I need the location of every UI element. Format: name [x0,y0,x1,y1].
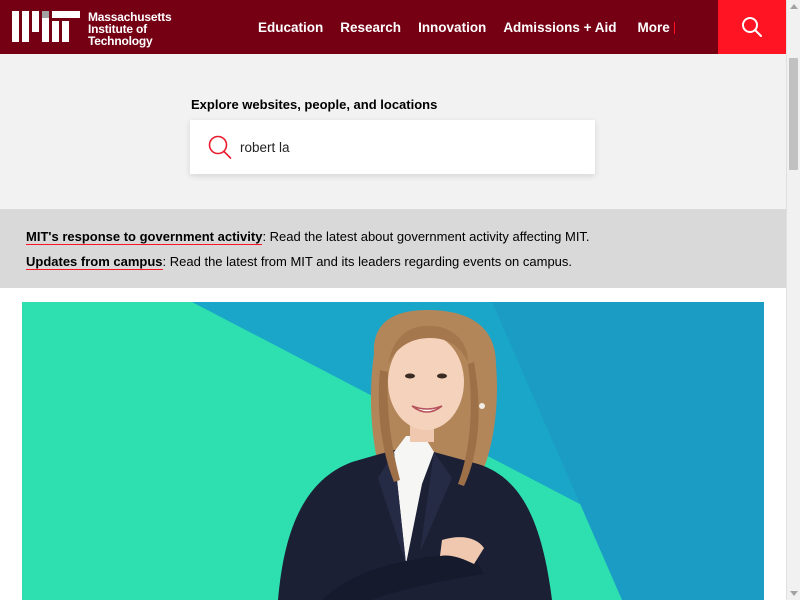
logo-wordmark: Massachusetts Institute of Technology [88,11,172,48]
search-icon [208,135,232,159]
alert-text: : Read the latest from MIT and its leade… [162,254,573,269]
search-input[interactable] [240,136,570,158]
logo-line: Technology [88,34,153,48]
alert-banner: MIT's response to government activity: R… [0,209,786,288]
main-nav: Education Research Innovation Admissions… [258,0,692,54]
search-icon [742,17,762,37]
mit-logo-mark [12,11,80,42]
alert-item: MIT's response to government activity: R… [26,229,590,245]
hero-portrait-illustration [22,302,764,600]
nav-more-label: More [637,19,670,35]
header-search-button[interactable] [718,0,786,54]
nav-admissions-aid[interactable]: Admissions + Aid [503,20,616,35]
alert-item: Updates from campus: Read the latest fro… [26,254,573,270]
search-box[interactable] [190,120,595,174]
nav-research[interactable]: Research [340,20,401,35]
nav-more[interactable]: More [637,19,675,35]
scroll-down-arrow-icon[interactable] [790,591,798,596]
mit-logo[interactable]: Massachusetts Institute of Technology [12,11,172,48]
alert-text: : Read the latest about government activ… [262,229,590,244]
site-header: Massachusetts Institute of Technology Ed… [0,0,786,54]
scroll-up-arrow-icon[interactable] [790,4,798,9]
page-scrollbar[interactable] [786,0,800,600]
nav-innovation[interactable]: Innovation [418,20,486,35]
campus-updates-link[interactable]: Updates from campus [26,254,163,270]
search-label: Explore websites, people, and locations [191,97,438,112]
search-panel: Explore websites, people, and locations [0,54,786,209]
scroll-thumb[interactable] [789,58,798,170]
government-activity-link[interactable]: MIT's response to government activity [26,229,263,245]
hero-image[interactable] [22,302,764,600]
more-divider [673,21,675,34]
nav-education[interactable]: Education [258,20,323,35]
